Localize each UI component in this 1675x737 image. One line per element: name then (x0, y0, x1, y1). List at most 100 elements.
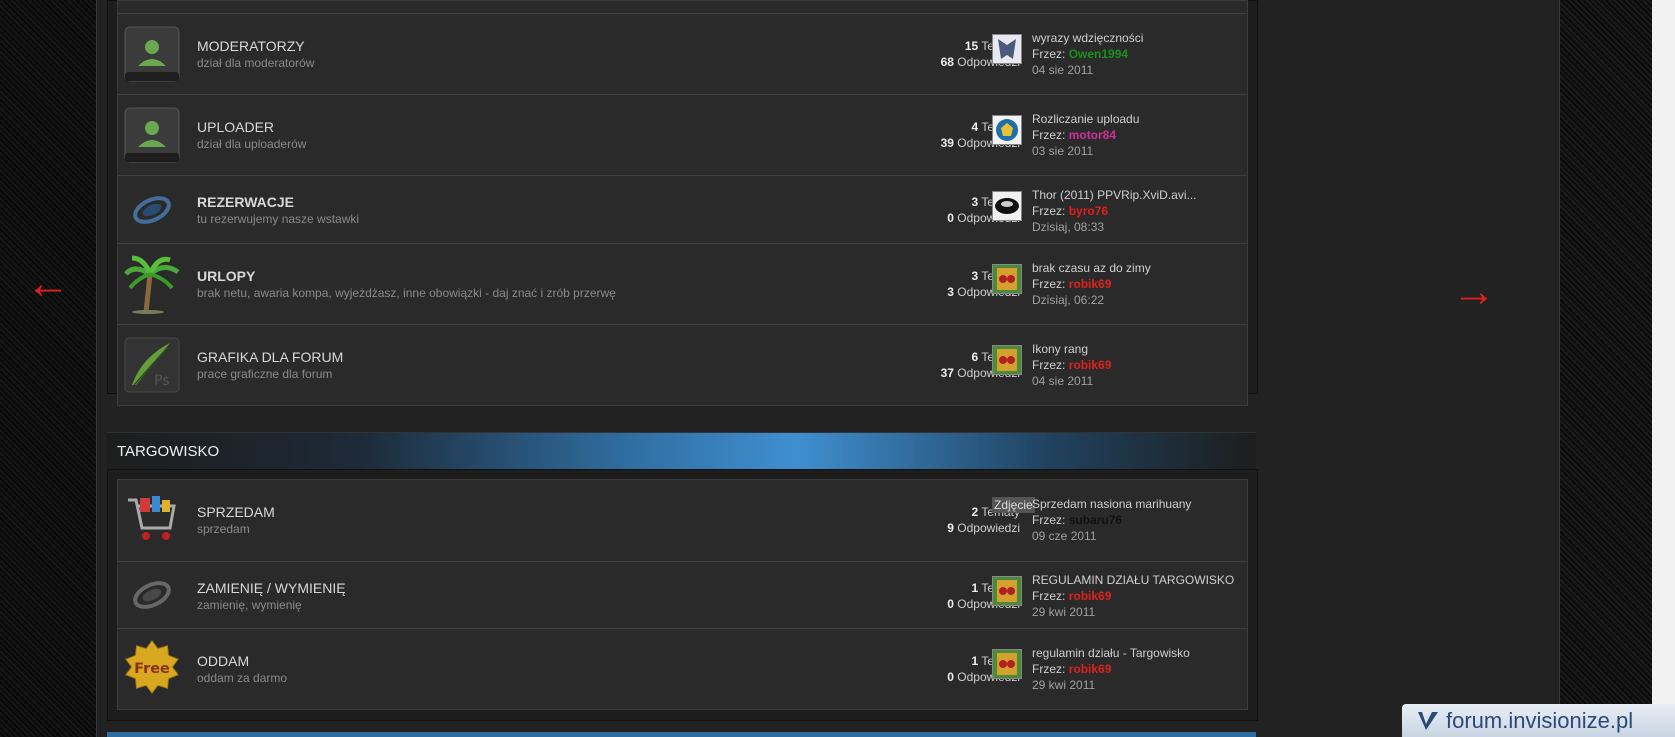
username-link[interactable]: robik69 (1069, 358, 1112, 372)
table-row-partial (118, 1, 1247, 13)
forum-description: dział dla moderatorów (197, 56, 315, 70)
last-post: Thor (2011) PPVRip.XviD.avi... Frzez: by… (1032, 187, 1197, 235)
forum-row-sprzedam: SPRZEDAM sprzedam 2 Tematy 9 Odpowiedzi … (118, 480, 1247, 561)
shopping-cart-icon (124, 490, 180, 546)
last-post: Sprzedam nasiona marihuany Frzez: subaru… (1032, 496, 1191, 544)
topics-count: 3 (971, 269, 979, 283)
arrow-left-icon: ← (26, 259, 70, 308)
by-label: Frzez: (1032, 204, 1066, 218)
forum-title-link[interactable]: URLOPY (197, 268, 255, 284)
last-post-title[interactable]: Sprzedam nasiona marihuany (1032, 496, 1191, 512)
avatar[interactable] (992, 649, 1022, 679)
by-label: Frzez: (1032, 513, 1066, 527)
scrollbar-track[interactable] (1652, 0, 1675, 737)
forum-description: dział dla uploaderów (197, 137, 307, 151)
forum-row-moderatorzy: MODERATORZY dział dla moderatorów 15 Tem… (118, 13, 1247, 94)
replies-count: 3 (947, 285, 954, 299)
last-post: REGULAMIN DZIAŁU TARGOWISKO Frzez: robik… (1032, 572, 1234, 620)
username-link[interactable]: robik69 (1069, 277, 1112, 291)
avatar[interactable] (992, 34, 1022, 64)
watermark-text: forum.invisionize.pl (1446, 708, 1634, 733)
forum-row-uploader: UPLOADER dział dla uploaderów 4 Tematy 3… (118, 94, 1247, 175)
free-badge-icon: Free (124, 639, 180, 695)
forum-title-link[interactable]: SPRZEDAM (197, 504, 275, 520)
last-post-title[interactable]: brak czasu az do zimy (1032, 260, 1151, 276)
last-post: wyrazy wdzięczności Frzez: Owen1994 04 s… (1032, 30, 1143, 78)
forum-description: sprzedam (197, 522, 250, 536)
last-post: regulamin działu - Targowisko Frzez: rob… (1032, 645, 1190, 693)
feather-ps-icon: Ps (124, 337, 180, 393)
replies-count: 37 (940, 366, 954, 380)
last-post-date: 29 kwi 2011 (1032, 605, 1096, 619)
forum-title-link[interactable]: MODERATORZY (197, 38, 305, 54)
avatar[interactable] (992, 115, 1022, 145)
forum-title-link[interactable]: ODDAM (197, 653, 249, 669)
last-post-title[interactable]: REGULAMIN DZIAŁU TARGOWISKO (1032, 572, 1234, 588)
replies-count: 0 (947, 211, 954, 225)
free-badge-text: Free (134, 661, 170, 677)
swirl-icon (124, 182, 180, 238)
by-label: Frzez: (1032, 589, 1066, 603)
replies-label: Odpowiedzi (957, 521, 1020, 535)
last-post-date: 29 kwi 2011 (1032, 678, 1096, 692)
user-icon (124, 107, 180, 163)
last-post-date: Dzisiaj, 08:33 (1032, 220, 1105, 234)
forum-title-link[interactable]: GRAFIKA DLA FORUM (197, 349, 343, 365)
last-post-title[interactable]: Rozliczanie uploadu (1032, 111, 1139, 127)
username-link[interactable]: Owen1994 (1069, 47, 1128, 61)
username-link[interactable]: subaru76 (1069, 513, 1122, 527)
avatar[interactable] (992, 264, 1022, 294)
last-post: brak czasu az do zimy Frzez: robik69 Dzi… (1032, 260, 1151, 308)
user-icon (124, 26, 180, 82)
next-category-bar (107, 732, 1256, 737)
last-post: Ikony rang Frzez: robik69 04 sie 2011 (1032, 341, 1111, 389)
last-post-date: 09 cze 2011 (1032, 529, 1097, 543)
topics-count: 15 (964, 39, 979, 53)
forum-table: MODERATORZY dział dla moderatorów 15 Tem… (117, 0, 1248, 406)
forum-row-oddam: Free ODDAM oddam za darmo 1 Tematy 0 Odp… (118, 628, 1247, 709)
last-post-date: 03 sie 2011 (1032, 144, 1094, 158)
forum-title-link[interactable]: ZAMIENIĘ / WYMIENIĘ (197, 580, 346, 596)
username-link[interactable]: motor84 (1069, 128, 1116, 142)
last-post-title[interactable]: regulamin działu - Targowisko (1032, 645, 1190, 661)
last-post-title[interactable]: Ikony rang (1032, 341, 1111, 357)
avatar-placeholder[interactable]: Zdjęcie (992, 497, 1035, 513)
topics-count: 3 (971, 195, 979, 209)
last-post-title[interactable]: wyrazy wdzięczności (1032, 30, 1143, 46)
category-title: TARGOWISKO (117, 443, 220, 460)
forum-row-urlopy: URLOPY brak netu, awaria kompa, wyjeżdża… (118, 243, 1247, 324)
username-link[interactable]: robik69 (1069, 662, 1112, 676)
forum-row-zamienie: ZAMIENIĘ / WYMIENIĘ zamienię, wymienię 1… (118, 561, 1247, 628)
avatar[interactable] (992, 576, 1022, 606)
replies-count: 9 (947, 521, 954, 535)
forum-title-link[interactable]: UPLOADER (197, 119, 274, 135)
last-post: Rozliczanie uploadu Frzez: motor84 03 si… (1032, 111, 1139, 159)
category-header-targowisko[interactable]: TARGOWISKO (107, 432, 1256, 470)
forum-description: zamienię, wymienię (197, 598, 302, 612)
topics-count: 1 (971, 654, 979, 668)
by-label: Frzez: (1032, 358, 1066, 372)
username-link[interactable]: robik69 (1069, 589, 1112, 603)
username-link[interactable]: byro76 (1069, 204, 1108, 218)
by-label: Frzez: (1032, 662, 1066, 676)
watermark: forum.invisionize.pl (1402, 704, 1675, 737)
topics-count: 6 (971, 350, 979, 364)
by-label: Frzez: (1032, 128, 1066, 142)
by-label: Frzez: (1032, 47, 1066, 61)
last-post-title[interactable]: Thor (2011) PPVRip.XviD.avi... (1032, 187, 1197, 203)
replies-count: 39 (940, 136, 954, 150)
forum-title-link[interactable]: REZERWACJE (197, 194, 294, 210)
forum-description: tu rezerwujemy nasze wstawki (197, 212, 360, 226)
replies-count: 68 (940, 55, 954, 69)
avatar[interactable] (992, 191, 1022, 221)
last-post-date: 04 sie 2011 (1032, 374, 1094, 388)
palm-tree-icon (124, 255, 180, 314)
replies-count: 0 (947, 597, 954, 611)
forum-row-rezerwacje: REZERWACJE tu rezerwujemy nasze wstawki … (118, 175, 1247, 243)
swirl-icon (124, 567, 180, 623)
avatar[interactable] (992, 345, 1022, 375)
topics-count: 1 (971, 581, 979, 595)
by-label: Frzez: (1032, 277, 1066, 291)
replies-count: 0 (947, 670, 954, 684)
forum-row-grafika: Ps GRAFIKA DLA FORUM prace graficzne dla… (118, 324, 1247, 405)
